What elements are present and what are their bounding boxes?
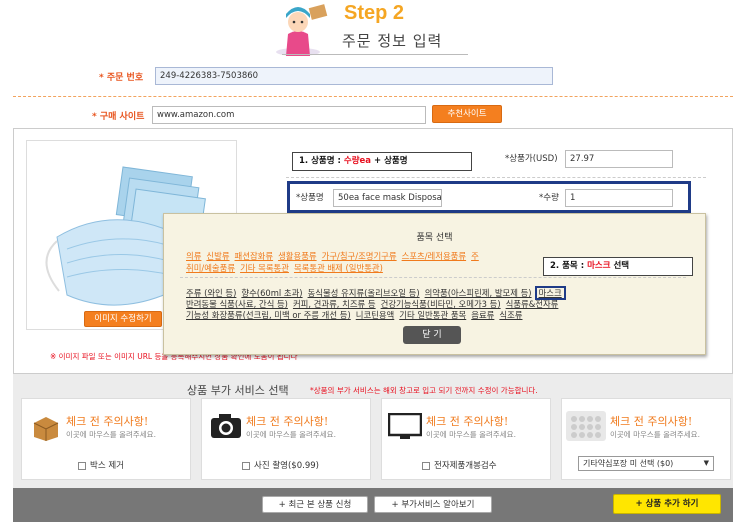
add-product-button[interactable]: + 상품 추가 하기 [613, 494, 721, 514]
category-link[interactable]: 패션잡화류 [235, 251, 274, 261]
bubble-wrap-icon [566, 411, 606, 441]
service-card-electronics: 체크 전 주의사항! 이곳에 마우스를 올려주세요. 전자제품개봉검수 [381, 398, 551, 480]
category-link[interactable]: 의류 [186, 251, 201, 261]
service-card-packing: 체크 전 주의사항! 이곳에 마우스를 올려주세요. 기타약심포장 미 선택 (… [561, 398, 731, 480]
select-value: 기타약심포장 미 선택 ($0) [583, 459, 674, 468]
service-option[interactable]: 사진 촬영($0.99) [242, 459, 319, 471]
category-link[interactable]: 향수(60ml 초과) [241, 288, 302, 298]
product-name-label: *상품명 [296, 193, 324, 203]
option-label: 전자제품개봉검수 [434, 461, 497, 471]
packing-select[interactable]: 기타약심포장 미 선택 ($0) ▼ [578, 456, 714, 471]
annotation-highlight: 마스크 [587, 261, 611, 271]
step-subtitle: 주문 정보 입력 [342, 32, 443, 50]
product-name-input[interactable]: 50ea face mask Disposabl [333, 189, 442, 207]
edit-image-button[interactable]: 이미지 수정하기 [84, 311, 162, 327]
services-note: *상품의 부가 서비스는 해외 창고로 입고 되기 전까지 수정이 가능합니다. [310, 386, 538, 395]
annotation-text: 1. 상품명 : [299, 156, 344, 166]
category-link[interactable]: 가구/침구/조명기구류 [322, 251, 397, 261]
option-label: 사진 촬영($0.99) [254, 461, 319, 471]
mascot-illustration [258, 0, 334, 56]
popup-title: 품목 선택 [416, 233, 453, 243]
category-link[interactable]: 동식물성 유지류(올리브오일 등) [308, 288, 420, 298]
category-link[interactable]: 식품류&전자류 [506, 299, 559, 309]
category-link[interactable]: 식조류 [499, 310, 522, 320]
category-link[interactable]: 반려동물 식품(사료, 간식 등) [186, 299, 288, 309]
service-card-box-removal: 체크 전 주의사항! 이곳에 마우스를 올려주세요. 박스 제거 [21, 398, 191, 480]
order-number-input[interactable]: 249-4226383-7503860 [155, 67, 553, 85]
service-card-photo: 체크 전 주의사항! 이곳에 마우스를 올려주세요. 사진 촬영($0.99) [201, 398, 371, 480]
category-row-5: 기능성 화장품류(선크림, 미백 or 주름 개선 등) 니코틴용액 기타 일반통관… [186, 309, 527, 321]
category-link[interactable]: 목록통관 배제 (일반통관) [294, 263, 383, 273]
annotation-text: 선택 [610, 261, 630, 271]
category-link[interactable]: 커피, 견과류, 치즈류 등 [293, 299, 376, 309]
purchase-site-input[interactable]: www.amazon.com [152, 106, 426, 124]
services-title: 상품 부가 서비스 선택 [187, 384, 289, 397]
checkbox[interactable] [242, 461, 250, 470]
recommend-site-button[interactable]: 추천사이트 [432, 105, 502, 123]
divider [13, 96, 733, 97]
popup-close-button[interactable]: 닫 기 [403, 326, 461, 344]
category-link[interactable]: 음료류 [471, 310, 494, 320]
category-link[interactable]: 취미/예술품류 [186, 263, 235, 273]
category-link[interactable]: 주 [471, 251, 479, 261]
card-subtitle: 이곳에 마우스를 올려주세요. [426, 430, 516, 439]
category-popup: 품목 선택 의류 신발류 패션잡화류 생활용품류 가구/침구/조명기구류 스포츠/레저용품… [163, 213, 706, 355]
card-subtitle: 이곳에 마우스를 올려주세요. [610, 430, 700, 439]
category-link[interactable]: 스포츠/레저용품류 [402, 251, 466, 261]
category-link[interactable]: 의약품(아스피린제, 발모제 등) [425, 288, 532, 298]
quantity-input[interactable]: 1 [565, 189, 673, 207]
category-link-mask[interactable]: 마스크 [534, 286, 566, 300]
order-number-label: * 주문 번호 [99, 73, 144, 83]
category-row-1: 의류 신발류 패션잡화류 생활용품류 가구/침구/조명기구류 스포츠/레저용품류 주 [186, 250, 484, 262]
service-option[interactable]: 전자제품개봉검수 [422, 459, 497, 471]
category-link[interactable]: 생활용품류 [278, 251, 317, 261]
divider [180, 277, 686, 278]
title-divider [282, 54, 468, 55]
purchase-site-label: * 구매 사이트 [92, 112, 145, 122]
camera-icon [210, 413, 242, 442]
category-link[interactable]: 신발류 [206, 251, 229, 261]
box-icon [32, 415, 60, 444]
chevron-down-icon: ▼ [703, 459, 709, 467]
monitor-icon [387, 412, 423, 444]
card-title: 체크 전 주의사항! [66, 415, 149, 428]
step-title: Step 2 [344, 2, 405, 24]
category-link[interactable]: 주류 (와인 등) [186, 288, 236, 298]
category-link[interactable]: 니코틴용액 [356, 310, 395, 320]
checkbox[interactable] [422, 461, 430, 470]
quantity-label: *수량 [539, 193, 559, 203]
card-subtitle: 이곳에 마우스를 올려주세요. [66, 430, 156, 439]
category-link[interactable]: 기능성 화장품류(선크림, 미백 or 주름 개선 등) [186, 310, 351, 320]
price-label: *상품가(USD) [505, 154, 558, 164]
card-title: 체크 전 주의사항! [426, 415, 509, 428]
checkbox[interactable] [78, 461, 86, 470]
card-title: 체크 전 주의사항! [610, 415, 693, 428]
annotation-product-name: 1. 상품명 : 수량ea + 상품명 [292, 152, 472, 171]
service-option[interactable]: 박스 제거 [78, 459, 124, 471]
service-info-button[interactable]: + 부가서비스 알아보기 [374, 496, 492, 513]
annotation-highlight: 수량ea [343, 156, 372, 166]
annotation-text: + 상품명 [371, 156, 408, 166]
option-label: 박스 제거 [90, 461, 124, 471]
category-link[interactable]: 건강기능식품(비타민, 오메가3 등) [381, 299, 501, 309]
divider [286, 177, 706, 178]
annotation-category: 2. 품목 : 마스크 선택 [543, 257, 693, 276]
category-row-2: 취미/예술품류 기타 목록통관 목록통관 배제 (일반통관) [186, 262, 388, 274]
category-link[interactable]: 기타 목록통관 [240, 263, 289, 273]
card-subtitle: 이곳에 마우스를 올려주세요. [246, 430, 336, 439]
card-title: 체크 전 주의사항! [246, 415, 329, 428]
annotation-text: 2. 품목 : [550, 261, 588, 271]
recent-products-button[interactable]: + 최근 본 상품 신청 [262, 496, 368, 513]
price-input[interactable]: 27.97 [565, 150, 673, 168]
category-link[interactable]: 기타 일반통관 품목 [399, 310, 466, 320]
